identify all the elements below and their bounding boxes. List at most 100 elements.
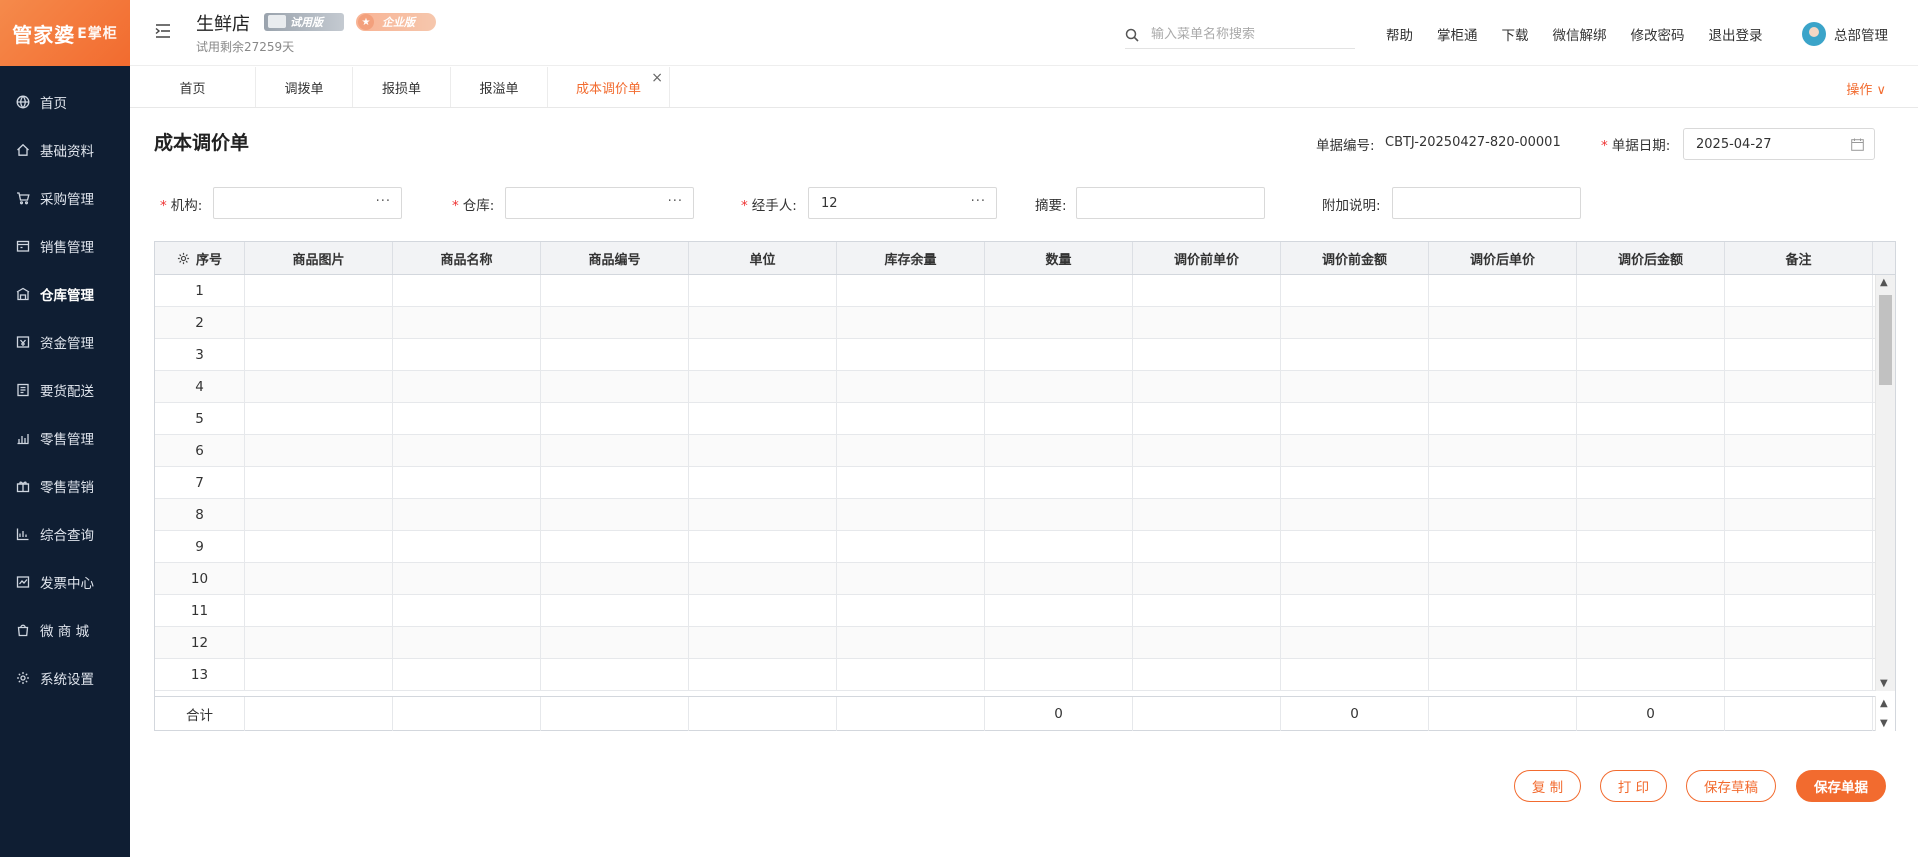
table-cell[interactable]: [689, 371, 837, 402]
table-cell[interactable]: [245, 307, 393, 338]
table-cell[interactable]: [1133, 627, 1281, 658]
sidebar-item[interactable]: 仓库管理: [0, 270, 130, 318]
table-cell[interactable]: [837, 659, 985, 690]
table-cell[interactable]: [1133, 595, 1281, 626]
header-link[interactable]: 退出登录: [1709, 24, 1763, 44]
table-cell[interactable]: [393, 467, 541, 498]
table-cell[interactable]: [541, 499, 689, 530]
table-cell[interactable]: [1133, 339, 1281, 370]
table-cell[interactable]: [1577, 307, 1725, 338]
table-cell[interactable]: [245, 467, 393, 498]
table-cell[interactable]: [393, 371, 541, 402]
tab[interactable]: 首页: [130, 67, 256, 107]
table-cell[interactable]: [541, 339, 689, 370]
table-cell[interactable]: [689, 627, 837, 658]
table-cell[interactable]: [1429, 403, 1577, 434]
table-cell[interactable]: [1725, 595, 1873, 626]
table-cell[interactable]: [689, 403, 837, 434]
table-cell[interactable]: [1281, 467, 1429, 498]
table-cell[interactable]: [245, 275, 393, 306]
table-cell[interactable]: [245, 499, 393, 530]
table-cell[interactable]: [689, 275, 837, 306]
table-cell[interactable]: [393, 339, 541, 370]
table-cell[interactable]: [689, 595, 837, 626]
table-cell[interactable]: [985, 371, 1133, 402]
table-cell[interactable]: [1133, 659, 1281, 690]
table-cell[interactable]: [541, 371, 689, 402]
table-cell[interactable]: [1577, 371, 1725, 402]
table-cell[interactable]: [541, 659, 689, 690]
table-cell[interactable]: [1725, 275, 1873, 306]
table-row[interactable]: 12: [155, 627, 1875, 659]
table-cell[interactable]: [1725, 403, 1873, 434]
save-button[interactable]: 保存单据: [1796, 770, 1886, 802]
table-cell[interactable]: [1133, 371, 1281, 402]
grid-vertical-scrollbar[interactable]: ▲ ▼: [1875, 275, 1895, 691]
table-cell[interactable]: [1577, 499, 1725, 530]
table-cell[interactable]: [985, 339, 1133, 370]
table-row[interactable]: 8: [155, 499, 1875, 531]
table-cell[interactable]: [1133, 467, 1281, 498]
header-link[interactable]: 掌柜通: [1437, 24, 1478, 44]
table-cell[interactable]: [837, 563, 985, 594]
org-field[interactable]: ···: [213, 187, 402, 219]
scroll-up-icon[interactable]: ▲: [1880, 277, 1888, 288]
scroll-down-icon[interactable]: ▼: [1880, 718, 1888, 729]
table-cell[interactable]: [1133, 563, 1281, 594]
table-cell[interactable]: [1281, 499, 1429, 530]
table-cell[interactable]: [837, 275, 985, 306]
table-cell[interactable]: [1429, 659, 1577, 690]
header-link[interactable]: 修改密码: [1631, 24, 1685, 44]
table-row[interactable]: 4: [155, 371, 1875, 403]
table-cell[interactable]: [541, 563, 689, 594]
tab[interactable]: 报损单: [353, 67, 451, 107]
table-cell[interactable]: [837, 339, 985, 370]
table-cell[interactable]: [985, 595, 1133, 626]
table-cell[interactable]: [1429, 307, 1577, 338]
table-cell[interactable]: [393, 627, 541, 658]
table-cell[interactable]: [245, 595, 393, 626]
sidebar-item[interactable]: 零售管理: [0, 414, 130, 462]
menu-search-input[interactable]: [1151, 27, 1341, 42]
avatar[interactable]: [1802, 22, 1826, 46]
table-cell[interactable]: [1725, 371, 1873, 402]
scrollbar-thumb[interactable]: [1879, 295, 1892, 385]
operations-menu[interactable]: 操作 ∨: [1846, 79, 1886, 98]
table-cell[interactable]: [1429, 435, 1577, 466]
table-cell[interactable]: [689, 531, 837, 562]
table-row[interactable]: 7: [155, 467, 1875, 499]
table-cell[interactable]: [1577, 531, 1725, 562]
sidebar-item[interactable]: 零售营销: [0, 462, 130, 510]
close-icon[interactable]: ×: [651, 70, 663, 86]
table-cell[interactable]: [985, 627, 1133, 658]
table-cell[interactable]: [1577, 563, 1725, 594]
table-cell[interactable]: [393, 563, 541, 594]
column-header[interactable]: 调价前单价: [1133, 242, 1281, 274]
table-cell[interactable]: [985, 275, 1133, 306]
print-button[interactable]: 打 印: [1600, 770, 1667, 802]
sidebar-item[interactable]: 发票中心: [0, 558, 130, 606]
user-name[interactable]: 总部管理: [1834, 24, 1888, 44]
table-cell[interactable]: [541, 307, 689, 338]
table-cell[interactable]: [1133, 307, 1281, 338]
header-link[interactable]: 帮助: [1386, 24, 1413, 44]
table-cell[interactable]: [1577, 467, 1725, 498]
table-cell[interactable]: [393, 499, 541, 530]
column-header[interactable]: 商品名称: [393, 242, 541, 274]
tab[interactable]: 成本调价单 ×: [548, 67, 670, 107]
table-cell[interactable]: [1133, 275, 1281, 306]
table-cell[interactable]: [393, 275, 541, 306]
table-cell[interactable]: [1577, 595, 1725, 626]
table-cell[interactable]: [393, 435, 541, 466]
table-row[interactable]: 9: [155, 531, 1875, 563]
table-cell[interactable]: [1429, 275, 1577, 306]
table-cell[interactable]: [1133, 435, 1281, 466]
table-cell[interactable]: [837, 403, 985, 434]
warehouse-field[interactable]: ···: [505, 187, 694, 219]
table-cell[interactable]: [837, 307, 985, 338]
org-picker-icon[interactable]: ···: [376, 194, 391, 209]
sidebar-item[interactable]: 要货配送: [0, 366, 130, 414]
table-cell[interactable]: [1281, 275, 1429, 306]
warehouse-picker-icon[interactable]: ···: [668, 194, 683, 209]
table-cell[interactable]: [837, 595, 985, 626]
